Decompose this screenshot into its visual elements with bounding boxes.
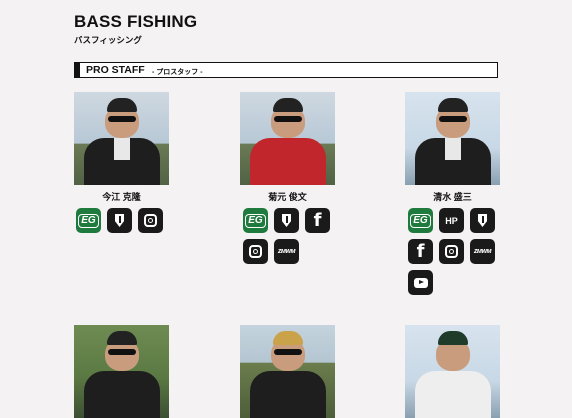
evergreen-logo-icon[interactable]: EG bbox=[76, 208, 101, 233]
staff-photo[interactable] bbox=[74, 92, 169, 185]
staff-photo[interactable] bbox=[405, 92, 500, 185]
staff-photo[interactable] bbox=[74, 325, 169, 418]
facebook-icon[interactable]: f bbox=[408, 239, 433, 264]
staff-photo[interactable] bbox=[240, 92, 335, 185]
staff-photo[interactable] bbox=[405, 325, 500, 418]
section-heading: PRO STAFF bbox=[86, 64, 145, 76]
staff-card-6 bbox=[405, 325, 501, 418]
staff-name: 今江 克隆 bbox=[102, 192, 141, 202]
staff-card-imae: 今江 克隆 EG bbox=[74, 92, 170, 233]
blog-pen-icon[interactable] bbox=[470, 208, 495, 233]
pro-staff-section-header: PRO STAFF - プロスタッフ - bbox=[74, 62, 498, 78]
blog-pen-icon[interactable] bbox=[274, 208, 299, 233]
page-subtitle: バスフィッシング bbox=[74, 35, 142, 45]
facebook-icon[interactable]: f bbox=[305, 208, 330, 233]
section-subheading: - プロスタッフ - bbox=[152, 68, 203, 76]
staff-name: 菊元 俊文 bbox=[268, 192, 307, 202]
wave-media-icon[interactable]: ᴢᴍᴡᴍ bbox=[470, 239, 495, 264]
evergreen-logo-icon[interactable]: EG bbox=[408, 208, 433, 233]
staff-card-5 bbox=[240, 325, 336, 418]
blog-pen-icon[interactable] bbox=[107, 208, 132, 233]
instagram-icon[interactable] bbox=[243, 239, 268, 264]
staff-photo[interactable] bbox=[240, 325, 335, 418]
staff-name: 清水 盛三 bbox=[433, 192, 472, 202]
page-title: BASS FISHING bbox=[74, 12, 198, 31]
evergreen-logo-icon[interactable]: EG bbox=[243, 208, 268, 233]
instagram-icon[interactable] bbox=[439, 239, 464, 264]
instagram-icon[interactable] bbox=[138, 208, 163, 233]
staff-card-4 bbox=[74, 325, 170, 418]
staff-card-shimizu: 清水 盛三 EG HP f ᴢᴍᴡᴍ bbox=[405, 92, 501, 295]
youtube-icon[interactable] bbox=[408, 270, 433, 295]
section-marker bbox=[75, 63, 80, 77]
wave-media-icon[interactable]: ᴢᴍᴡᴍ bbox=[274, 239, 299, 264]
staff-card-kikumoto: 菊元 俊文 EG f ᴢᴍᴡᴍ bbox=[240, 92, 336, 264]
homepage-hp-icon[interactable]: HP bbox=[439, 208, 464, 233]
